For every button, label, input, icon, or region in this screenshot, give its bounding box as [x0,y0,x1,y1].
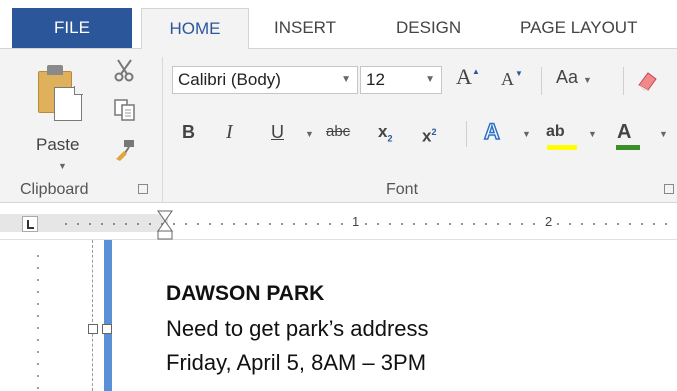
font-name-value: Calibri (Body) [178,70,281,89]
indent-marker-icon[interactable] [156,210,174,240]
tab-selector-icon[interactable] [22,216,38,232]
chevron-down-icon[interactable]: ▼ [425,67,435,93]
paste-page-icon [54,86,83,121]
chevron-down-icon: ▼ [583,75,592,85]
document-line[interactable]: Friday, April 5, 8AM – 3PM [166,350,426,376]
grow-font-label: A [456,64,472,89]
font-color-swatch [616,145,640,150]
table-border[interactable] [104,240,112,391]
ruler-ticks [60,222,677,226]
italic-button[interactable]: I [226,117,233,147]
superscript-button[interactable]: x2 [422,117,436,147]
subscript-mark: 2 [387,133,393,144]
text-effects-button[interactable]: A [483,117,500,147]
tab-page-layout[interactable]: PAGE LAYOUT [520,8,637,44]
ribbon: Paste ▼ Clipboard Calibri (Body) ▼ 12 ▼ … [0,48,677,203]
superscript-mark: 2 [431,127,437,137]
chevron-down-icon[interactable]: ▼ [341,67,351,93]
grow-font-button[interactable]: A ▲ [456,64,480,90]
strikethrough-button[interactable]: abc [326,117,350,147]
document-heading[interactable]: DAWSON PARK [166,282,324,306]
font-name-combo[interactable]: Calibri (Body) ▼ [172,66,358,94]
tab-file[interactable]: FILE [12,8,132,48]
clipboard-dialog-launcher-icon[interactable] [138,184,148,194]
underline-button[interactable]: U [271,117,284,147]
cut-icon[interactable] [112,57,138,83]
chevron-down-icon[interactable]: ▼ [659,119,668,149]
font-group-label: Font [386,181,419,198]
font-dialog-launcher-icon[interactable] [664,184,674,194]
ruler-mark: 2 [543,214,555,229]
ruler-mark: 1 [350,214,362,229]
change-case-label: Aa [556,67,579,87]
group-divider [162,57,163,202]
resize-handle[interactable] [88,324,98,334]
divider [623,67,624,95]
shrink-font-label: A [501,69,514,89]
paste-label: Paste [36,135,80,154]
clipboard-group-label: Clipboard [20,181,89,198]
clear-formatting-icon[interactable] [636,69,660,93]
font-color-button[interactable]: A [617,117,631,147]
divider [541,67,542,95]
chevron-down-icon[interactable]: ▼ [588,119,597,149]
divider [466,121,467,147]
shrink-arrow-icon: ▼ [515,69,523,78]
grow-arrow-icon: ▲ [472,67,480,76]
chevron-down-icon[interactable]: ▼ [522,119,531,149]
horizontal-ruler[interactable]: 1 2 [0,204,677,240]
document-line[interactable]: Need to get park’s address [166,316,429,342]
document-area[interactable]: DAWSON PARK Need to get park’s address F… [0,240,677,391]
resize-handle[interactable] [102,324,112,334]
bold-button[interactable]: B [182,117,195,147]
font-size-combo[interactable]: 12 ▼ [360,66,442,94]
format-painter-icon[interactable] [112,137,138,163]
margin-guide [92,240,93,391]
tab-home[interactable]: HOME [141,8,249,49]
paste-button[interactable]: Paste ▼ [32,61,98,171]
chevron-down-icon[interactable]: ▼ [305,119,314,149]
shrink-font-button[interactable]: A ▼ [501,69,523,90]
font-size-value: 12 [366,70,385,89]
highlight-color-swatch [547,145,577,150]
vertical-ruler [0,240,48,391]
change-case-button[interactable]: Aa ▼ [556,67,592,88]
copy-icon[interactable] [112,97,138,123]
tab-design[interactable]: DESIGN [396,8,461,44]
clipboard-clip [47,65,63,75]
subscript-button[interactable]: x2 [378,117,392,147]
tab-insert[interactable]: INSERT [274,8,336,44]
chevron-down-icon: ▼ [58,161,67,171]
vertical-ruler-ticks [36,250,40,391]
ribbon-tab-bar: FILE HOME INSERT DESIGN PAGE LAYOUT [0,0,677,49]
highlight-button[interactable]: ab [546,117,565,147]
